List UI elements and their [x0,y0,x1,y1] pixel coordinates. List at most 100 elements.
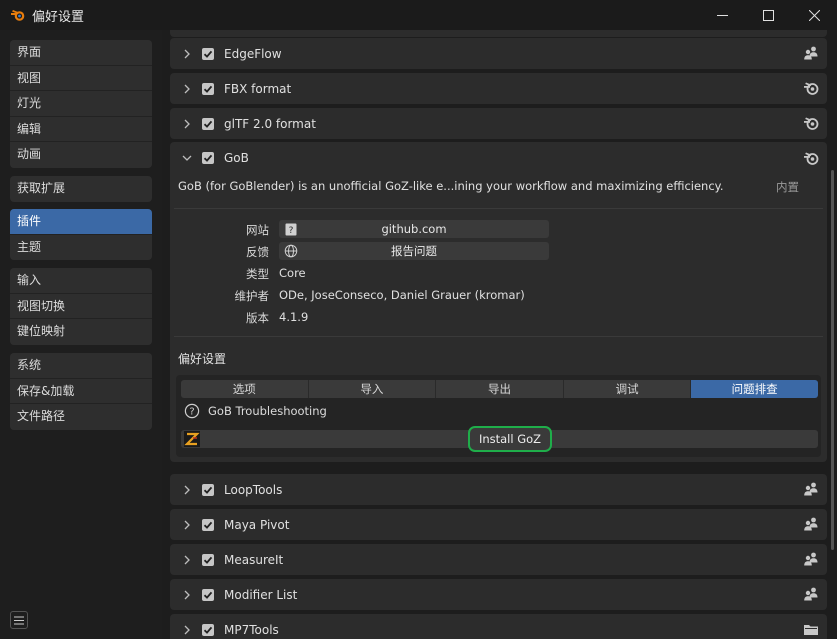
addon-row[interactable]: MP7Tools [170,614,827,639]
maximize-button[interactable] [745,0,791,30]
sidebar-item-lights[interactable]: 灯光 [10,91,152,117]
addon-name: GoB [224,151,249,165]
addon-expanded-gob: GoB GoB (for GoBlender) is an unofficial… [170,142,827,462]
sidebar-item-system[interactable]: 系统 [10,353,152,379]
builtin-label: 内置 [776,180,799,194]
addon-enable-checkbox[interactable] [202,623,214,636]
sidebar-item-save-load[interactable]: 保存&加载 [10,378,152,404]
svg-text:?: ? [289,226,294,236]
tab-options[interactable]: 选项 [181,380,309,398]
addon-name: MeasureIt [224,552,284,567]
minimize-button[interactable] [699,0,745,30]
svg-text:?: ? [189,407,194,418]
addon-row[interactable]: glTF 2.0 format [170,108,827,139]
community-icon [803,586,819,602]
chevron-right-icon[interactable] [181,48,193,60]
nav-group-system: 系统 保存&加载 文件路径 [10,353,152,430]
sidebar-item-input[interactable]: 输入 [10,268,152,294]
maximize-icon [762,9,774,21]
sidebar-item-keymap[interactable]: 键位映射 [10,319,152,345]
install-bar: Install GoZ [181,426,818,452]
chevron-right-icon[interactable] [181,83,193,95]
blender-icon [803,115,819,131]
addon-enable-checkbox[interactable] [202,152,214,164]
hamburger-icon [14,616,24,624]
tab-debug[interactable]: 调试 [563,380,692,398]
tab-import[interactable]: 导入 [308,380,437,398]
addon-name: Modifier List [224,587,298,602]
website-label: 网站 [246,223,269,237]
sidebar: 界面 视图 灯光 编辑 动画 获取扩展 插件 主题 输入 视图切换 键位映射 系… [0,30,162,639]
addon-name: FBX format [224,81,292,96]
nav-group-addons: 插件 主题 [10,209,152,260]
addon-row[interactable]: Maya Pivot [170,509,827,540]
addon-enable-checkbox[interactable] [202,588,214,601]
addon-row[interactable]: LoopTools [170,474,827,505]
community-icon [803,45,819,61]
addon-row-partial [170,30,827,37]
sidebar-item-viewport[interactable]: 视图 [10,65,152,91]
addon-name: MP7Tools [224,622,279,637]
scrollbar[interactable] [831,170,834,550]
close-icon [808,9,820,21]
chevron-down-icon[interactable] [181,152,193,164]
sidebar-item-navigation[interactable]: 视图切换 [10,293,152,319]
addon-enable-checkbox[interactable] [202,47,214,60]
sidebar-item-get-extensions[interactable]: 获取扩展 [10,176,152,202]
tab-export[interactable]: 导出 [436,380,564,398]
addon-enable-checkbox[interactable] [202,518,214,531]
community-icon [803,516,819,532]
addon-enable-checkbox[interactable] [202,82,214,95]
addon-name: EdgeFlow [224,46,282,61]
addon-row[interactable]: Modifier List [170,579,827,610]
folder-icon [803,621,819,637]
addon-row[interactable]: FBX format [170,73,827,104]
preferences-title: 偏好设置 [178,352,227,366]
website-button[interactable]: ? github.com [279,220,549,238]
minimize-icon [716,14,728,16]
addon-enable-checkbox[interactable] [202,117,214,130]
preferences-tabs: 选项 导入 导出 调试 问题排查 [181,380,818,398]
chevron-right-icon[interactable] [181,484,193,496]
addon-name: Maya Pivot [224,517,290,532]
maintainer-value: ODe, JoseConseco, Daniel Grauer (kromar) [279,288,525,302]
type-value: Core [279,266,306,280]
report-issue-button[interactable]: 报告问题 [279,242,549,260]
nav-group-input: 输入 视图切换 键位映射 [10,268,152,345]
hamburger-menu-button[interactable] [10,611,28,629]
troubleshooting-label: GoB Troubleshooting [208,404,327,418]
tab-troubleshooting[interactable]: 问题排查 [691,380,818,398]
version-label: 版本 [246,311,269,325]
community-icon [803,551,819,567]
blender-icon [803,80,819,96]
sidebar-item-editing[interactable]: 编辑 [10,116,152,142]
sidebar-item-interface[interactable]: 界面 [10,40,152,66]
sidebar-item-animation[interactable]: 动画 [10,142,152,168]
chevron-right-icon[interactable] [181,589,193,601]
type-label: 类型 [246,267,269,281]
sidebar-item-addons[interactable]: 插件 [10,209,152,235]
help-document-icon: ? [283,221,299,237]
addon-header[interactable]: GoB [170,142,827,174]
addon-row[interactable]: MeasureIt [170,544,827,575]
install-goz-button[interactable]: Install GoZ [468,426,552,452]
community-icon [803,481,819,497]
troubleshooting-row: ? GoB Troubleshooting [184,403,327,419]
blender-logo-icon [11,10,25,21]
addon-name: LoopTools [224,482,283,497]
chevron-right-icon[interactable] [181,118,193,130]
goz-icon [184,431,200,447]
addon-enable-checkbox[interactable] [202,483,214,496]
addon-description: GoB (for GoBlender) is an unofficial GoZ… [178,179,724,193]
chevron-right-icon[interactable] [181,554,193,566]
title-bar: 偏好设置 [0,0,837,30]
addon-row[interactable]: EdgeFlow [170,38,827,69]
chevron-right-icon[interactable] [181,624,193,636]
sidebar-item-themes[interactable]: 主题 [10,234,152,260]
addon-enable-checkbox[interactable] [202,553,214,566]
question-icon: ? [184,403,200,419]
chevron-right-icon[interactable] [181,519,193,531]
sidebar-item-file-paths[interactable]: 文件路径 [10,404,152,430]
close-button[interactable] [791,0,837,30]
divider [174,208,823,209]
